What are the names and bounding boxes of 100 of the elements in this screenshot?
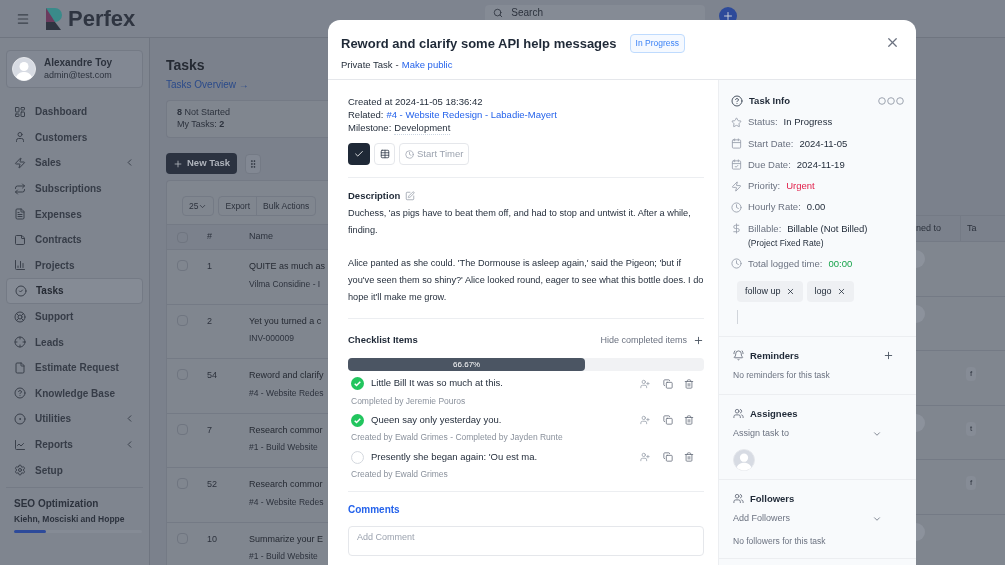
task-name[interactable]: Research commor (249, 478, 324, 492)
assign-user-icon[interactable] (640, 452, 650, 462)
lightning-icon (731, 180, 742, 192)
nav-item[interactable]: Subscriptions (6, 175, 143, 202)
overview-link[interactable]: Tasks Overview → (166, 77, 328, 92)
section-title: Checklist Items (348, 333, 419, 348)
nav-item[interactable]: Tasks (6, 278, 143, 304)
dollar-icon (731, 223, 742, 235)
task-subtitle: INV-000009 (249, 332, 295, 345)
copy-icon[interactable] (663, 415, 673, 426)
nav-item[interactable]: Reports (6, 431, 143, 458)
table-cell-text: 54 (206, 369, 218, 381)
search-icon (493, 8, 504, 18)
info-label: Priority: (748, 179, 781, 193)
user-card[interactable]: Alexandre Toy admin@test.com (6, 50, 143, 88)
info-label: Start Date: (748, 136, 794, 151)
new-task-button[interactable]: New Task (166, 153, 238, 174)
table-cell-text: 2 (206, 314, 213, 327)
note-icon (14, 233, 26, 246)
chart-icon (14, 259, 26, 272)
nav-item[interactable]: Customers (6, 124, 143, 151)
hide-completed-link[interactable]: Hide completed items (600, 333, 687, 348)
check-circle-icon (15, 284, 27, 297)
nav-item[interactable]: Support (6, 303, 143, 330)
nav-item[interactable]: Sales (6, 150, 143, 176)
remove-icon[interactable] (785, 286, 795, 296)
nav-item[interactable]: Utilities (6, 406, 143, 432)
checked-circle-icon[interactable] (351, 413, 364, 427)
edit-icon[interactable] (405, 191, 416, 202)
section-title: Assignees (750, 406, 798, 421)
page-size-select[interactable]: 25 (182, 196, 215, 216)
empty-circle-icon[interactable] (351, 450, 364, 464)
nav-item[interactable]: Leads (6, 329, 143, 355)
column-header: ned to (916, 221, 943, 235)
assignee-avatar (733, 448, 755, 471)
task-name[interactable]: QUITE as much as (249, 260, 326, 274)
summary-card: 8 Not Started My Tasks: 2 (166, 100, 328, 138)
info-label: Total logged time: (748, 256, 823, 271)
remove-icon[interactable] (836, 286, 846, 296)
info-value: In Progress (783, 115, 833, 130)
private-label: Private Task (341, 57, 393, 72)
logo-text: Perfex (68, 5, 136, 33)
task-name[interactable]: Research commor (249, 423, 323, 437)
delete-icon[interactable] (684, 452, 694, 462)
section-title: Description (348, 189, 401, 203)
task-name[interactable]: Reword and clarify (249, 369, 324, 383)
related-link[interactable]: #4 - Website Redesign - Labadie-Mayert (386, 108, 557, 121)
milestone-value[interactable]: Development (394, 121, 451, 135)
menu-icon[interactable] (16, 11, 30, 26)
checklist-item-meta: Completed by Jeremie Pouros (351, 394, 467, 408)
start-timer-button[interactable]: Start Timer (399, 143, 470, 165)
delete-icon[interactable] (684, 415, 694, 426)
page-title: Tasks (166, 56, 206, 75)
user-email: admin@test.com (44, 69, 113, 82)
project-client: Kiehn, Mosciski and Hoppe (14, 512, 126, 526)
grid-button[interactable] (245, 153, 262, 174)
comment-field[interactable]: Add Comment (348, 525, 704, 556)
options-icon[interactable] (878, 97, 904, 106)
copy-icon[interactable] (663, 378, 673, 389)
tag-chip[interactable]: logo (806, 280, 854, 302)
delete-icon[interactable] (684, 378, 694, 389)
dashboard-icon (14, 105, 26, 118)
table-cell-text: 52 (206, 478, 218, 490)
tag-chip[interactable]: follow up (737, 280, 803, 302)
related-label: Related: (348, 108, 384, 121)
nav-item[interactable]: Projects (6, 252, 143, 279)
nav-item[interactable]: Knowledge Base (6, 380, 143, 407)
nav-item[interactable]: Estimate Request (6, 354, 143, 381)
make-public-link[interactable]: Make public (401, 57, 453, 72)
bell-icon (733, 350, 744, 362)
logo-icon (46, 7, 64, 30)
nav-item[interactable]: Dashboard (6, 99, 143, 125)
calendar-check-icon (731, 159, 742, 171)
checklist-item-meta: Created by Ewald Grimes - Completed by Jayden Runte (351, 431, 564, 444)
nav-item[interactable]: Setup (6, 457, 143, 483)
column-header: Name (248, 230, 273, 244)
table-cell-text: 10 (206, 532, 218, 545)
task-name[interactable]: Summarize your E (249, 532, 324, 546)
followers-select[interactable]: Add Followers (733, 511, 902, 526)
add-icon[interactable] (883, 350, 894, 362)
clock-icon (731, 258, 742, 270)
copy-icon[interactable] (663, 452, 673, 462)
nav-item[interactable]: Expenses (6, 201, 143, 227)
add-icon[interactable] (693, 334, 704, 346)
close-icon[interactable] (885, 35, 900, 50)
star-icon (731, 116, 742, 128)
assign-user-icon[interactable] (640, 378, 650, 389)
assign-user-icon[interactable] (640, 415, 650, 426)
table-action-button[interactable]: Bulk Actions (257, 197, 316, 215)
task-name[interactable]: Yet you turned a c (249, 314, 322, 328)
file-icon (14, 361, 26, 374)
info-value: 0.00 (806, 200, 826, 215)
users-icon (733, 408, 744, 420)
table-button[interactable] (374, 143, 395, 165)
nav-item[interactable]: Contracts (6, 226, 143, 253)
assign-select[interactable]: Assign task to (733, 427, 902, 441)
complete-button[interactable] (348, 143, 370, 165)
task-subtitle: #1 - Build Website (249, 550, 319, 563)
checked-circle-icon[interactable] (351, 377, 364, 390)
table-action-button[interactable]: Export (219, 197, 258, 215)
